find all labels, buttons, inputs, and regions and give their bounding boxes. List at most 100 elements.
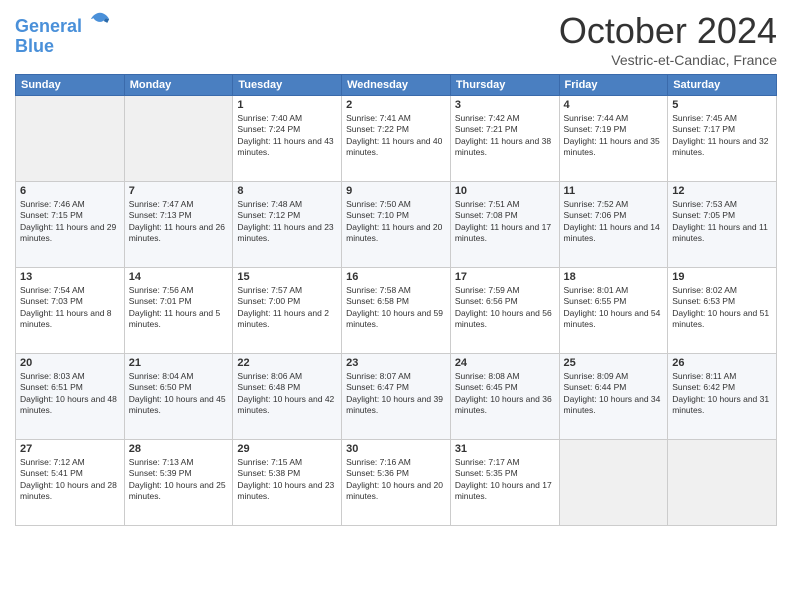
day-number: 25 xyxy=(564,357,664,369)
day-number: 18 xyxy=(564,271,664,283)
logo: General Blue xyxy=(15,14,111,57)
calendar-cell: 7 Sunrise: 7:47 AMSunset: 7:13 PMDaylight… xyxy=(124,182,233,268)
calendar-cell: 19Sunrise: 8:02 AMSunset: 6:53 PMDayligh… xyxy=(668,268,777,354)
calendar-cell: 27 Sunrise: 7:12 AMSunset: 5:41 PMDayligh… xyxy=(16,440,125,526)
cell-info: Sunrise: 7:42 AMSunset: 7:21 PMDaylight:… xyxy=(455,113,555,159)
cell-info: Sunrise: 7:13 AMSunset: 5:39 PMDaylight:… xyxy=(129,457,229,503)
calendar-cell: 2 Sunrise: 7:41 AMSunset: 7:22 PMDaylight… xyxy=(342,96,451,182)
calendar-cell xyxy=(559,440,668,526)
calendar-cell: 1Sunrise: 7:40 AMSunset: 7:24 PMDaylight… xyxy=(233,96,342,182)
cell-info: Sunrise: 7:57 AMSunset: 7:00 PMDaylight:… xyxy=(237,285,337,331)
day-number: 7 xyxy=(129,185,229,197)
day-number: 31 xyxy=(455,443,555,455)
week-row-2: 6 Sunrise: 7:46 AMSunset: 7:15 PMDaylight… xyxy=(16,182,777,268)
day-number: 10 xyxy=(455,185,555,197)
calendar-cell: 28 Sunrise: 7:13 AMSunset: 5:39 PMDayligh… xyxy=(124,440,233,526)
week-row-5: 27 Sunrise: 7:12 AMSunset: 5:41 PMDayligh… xyxy=(16,440,777,526)
cell-info: Sunrise: 7:46 AMSunset: 7:15 PMDaylight:… xyxy=(20,199,120,245)
cell-info: Sunrise: 8:08 AMSunset: 6:45 PMDaylight:… xyxy=(455,371,555,417)
day-number: 21 xyxy=(129,357,229,369)
cell-info: Sunrise: 7:16 AMSunset: 5:36 PMDaylight:… xyxy=(346,457,446,503)
cell-info: Sunrise: 7:50 AMSunset: 7:10 PMDaylight:… xyxy=(346,199,446,245)
col-saturday: Saturday xyxy=(668,75,777,96)
day-number: 14 xyxy=(129,271,229,283)
month-title: October 2024 xyxy=(559,10,777,52)
day-number: 30 xyxy=(346,443,446,455)
calendar-cell: 13Sunrise: 7:54 AMSunset: 7:03 PMDayligh… xyxy=(16,268,125,354)
location-subtitle: Vestric-et-Candiac, France xyxy=(559,52,777,68)
col-thursday: Thursday xyxy=(450,75,559,96)
header: General Blue October 2024 Vestric-et-Can… xyxy=(15,10,777,68)
day-number: 26 xyxy=(672,357,772,369)
calendar-cell xyxy=(124,96,233,182)
col-friday: Friday xyxy=(559,75,668,96)
calendar-cell xyxy=(16,96,125,182)
logo-blue: Blue xyxy=(15,37,111,57)
calendar-cell: 22Sunrise: 8:06 AMSunset: 6:48 PMDayligh… xyxy=(233,354,342,440)
day-number: 6 xyxy=(20,185,120,197)
cell-info: Sunrise: 7:41 AMSunset: 7:22 PMDaylight:… xyxy=(346,113,446,159)
day-number: 19 xyxy=(672,271,772,283)
cell-info: Sunrise: 8:04 AMSunset: 6:50 PMDaylight:… xyxy=(129,371,229,417)
cell-info: Sunrise: 7:53 AMSunset: 7:05 PMDaylight:… xyxy=(672,199,772,245)
cell-info: Sunrise: 7:15 AMSunset: 5:38 PMDaylight:… xyxy=(237,457,337,503)
week-row-1: 1Sunrise: 7:40 AMSunset: 7:24 PMDaylight… xyxy=(16,96,777,182)
day-number: 23 xyxy=(346,357,446,369)
cell-info: Sunrise: 7:44 AMSunset: 7:19 PMDaylight:… xyxy=(564,113,664,159)
calendar-cell: 5 Sunrise: 7:45 AMSunset: 7:17 PMDaylight… xyxy=(668,96,777,182)
day-number: 5 xyxy=(672,99,772,111)
day-number: 4 xyxy=(564,99,664,111)
cell-info: Sunrise: 7:12 AMSunset: 5:41 PMDaylight:… xyxy=(20,457,120,503)
cell-info: Sunrise: 7:48 AMSunset: 7:12 PMDaylight:… xyxy=(237,199,337,245)
cell-info: Sunrise: 7:58 AMSunset: 6:58 PMDaylight:… xyxy=(346,285,446,331)
calendar-cell: 10 Sunrise: 7:51 AMSunset: 7:08 PMDayligh… xyxy=(450,182,559,268)
cell-info: Sunrise: 7:51 AMSunset: 7:08 PMDaylight:… xyxy=(455,199,555,245)
calendar-cell: 20Sunrise: 8:03 AMSunset: 6:51 PMDayligh… xyxy=(16,354,125,440)
day-number: 2 xyxy=(346,99,446,111)
calendar-cell: 29Sunrise: 7:15 AMSunset: 5:38 PMDayligh… xyxy=(233,440,342,526)
day-number: 16 xyxy=(346,271,446,283)
calendar-header: Sunday Monday Tuesday Wednesday Thursday… xyxy=(16,75,777,96)
day-number: 20 xyxy=(20,357,120,369)
cell-info: Sunrise: 7:47 AMSunset: 7:13 PMDaylight:… xyxy=(129,199,229,245)
calendar-cell: 6 Sunrise: 7:46 AMSunset: 7:15 PMDaylight… xyxy=(16,182,125,268)
calendar-cell: 11 Sunrise: 7:52 AMSunset: 7:06 PMDayligh… xyxy=(559,182,668,268)
calendar-cell: 12 Sunrise: 7:53 AMSunset: 7:05 PMDayligh… xyxy=(668,182,777,268)
col-monday: Monday xyxy=(124,75,233,96)
cell-info: Sunrise: 8:06 AMSunset: 6:48 PMDaylight:… xyxy=(237,371,337,417)
cell-info: Sunrise: 7:40 AMSunset: 7:24 PMDaylight:… xyxy=(237,113,337,159)
calendar-cell xyxy=(668,440,777,526)
logo-text: General xyxy=(15,14,111,37)
calendar-cell: 25 Sunrise: 8:09 AMSunset: 6:44 PMDayligh… xyxy=(559,354,668,440)
logo-bird-icon xyxy=(89,10,111,32)
day-number: 12 xyxy=(672,185,772,197)
cell-info: Sunrise: 8:09 AMSunset: 6:44 PMDaylight:… xyxy=(564,371,664,417)
day-number: 8 xyxy=(237,185,337,197)
cell-info: Sunrise: 7:17 AMSunset: 5:35 PMDaylight:… xyxy=(455,457,555,503)
calendar-cell: 26 Sunrise: 8:11 AMSunset: 6:42 PMDayligh… xyxy=(668,354,777,440)
page: General Blue October 2024 Vestric-et-Can… xyxy=(0,0,792,612)
title-block: October 2024 Vestric-et-Candiac, France xyxy=(559,10,777,68)
day-number: 9 xyxy=(346,185,446,197)
calendar-body: 1Sunrise: 7:40 AMSunset: 7:24 PMDaylight… xyxy=(16,96,777,526)
day-number: 17 xyxy=(455,271,555,283)
calendar-cell: 9 Sunrise: 7:50 AMSunset: 7:10 PMDaylight… xyxy=(342,182,451,268)
cell-info: Sunrise: 7:54 AMSunset: 7:03 PMDaylight:… xyxy=(20,285,120,331)
calendar-cell: 30 Sunrise: 7:16 AMSunset: 5:36 PMDayligh… xyxy=(342,440,451,526)
cell-info: Sunrise: 7:45 AMSunset: 7:17 PMDaylight:… xyxy=(672,113,772,159)
cell-info: Sunrise: 8:01 AMSunset: 6:55 PMDaylight:… xyxy=(564,285,664,331)
day-number: 27 xyxy=(20,443,120,455)
day-number: 24 xyxy=(455,357,555,369)
cell-info: Sunrise: 7:52 AMSunset: 7:06 PMDaylight:… xyxy=(564,199,664,245)
col-tuesday: Tuesday xyxy=(233,75,342,96)
day-number: 11 xyxy=(564,185,664,197)
calendar-cell: 24 Sunrise: 8:08 AMSunset: 6:45 PMDayligh… xyxy=(450,354,559,440)
logo-general: General xyxy=(15,16,82,36)
cell-info: Sunrise: 8:11 AMSunset: 6:42 PMDaylight:… xyxy=(672,371,772,417)
day-number: 15 xyxy=(237,271,337,283)
col-sunday: Sunday xyxy=(16,75,125,96)
calendar-cell: 17Sunrise: 7:59 AMSunset: 6:56 PMDayligh… xyxy=(450,268,559,354)
calendar-cell: 16 Sunrise: 7:58 AMSunset: 6:58 PMDayligh… xyxy=(342,268,451,354)
day-number: 28 xyxy=(129,443,229,455)
calendar-cell: 3Sunrise: 7:42 AMSunset: 7:21 PMDaylight… xyxy=(450,96,559,182)
